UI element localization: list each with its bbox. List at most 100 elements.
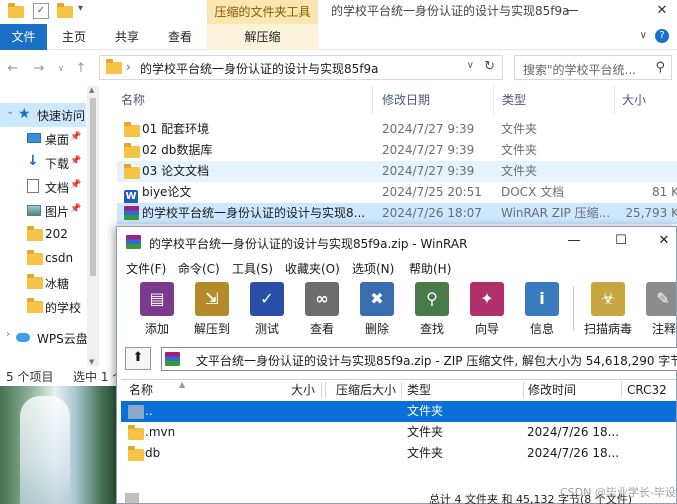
column-divider[interactable] <box>401 382 402 398</box>
archive-entry-name: db <box>145 446 161 460</box>
file-row[interactable]: 的学校平台统一身份认证的设计与实现8... 2024/7/26 18:07 Wi… <box>117 203 677 224</box>
column-divider[interactable] <box>493 86 494 114</box>
comment-button[interactable]: ✎ 注释 <box>638 282 676 338</box>
file-row[interactable]: W biye论文 2024/7/25 20:51 DOCX 文档 81 K <box>117 182 677 204</box>
refresh-icon[interactable]: ↻ <box>484 59 495 74</box>
scrollbar-thumb[interactable] <box>90 98 96 276</box>
search-input[interactable]: 搜索"的学校平台统... ⚲ <box>514 55 672 80</box>
properties-icon[interactable]: ✓ <box>33 3 49 19</box>
nav-item-202[interactable]: 202 <box>0 223 86 247</box>
column-header-size[interactable]: 大小 <box>291 380 315 400</box>
archive-row[interactable]: .. 文件夹 <box>121 401 676 422</box>
column-header-crc32[interactable]: CRC32 <box>627 380 667 400</box>
winrar-pathbar: ⬆ 文平台统一身份认证的设计与实现85f9a.zip - ZIP 压缩文件, 解… <box>117 344 677 374</box>
nav-label: 图片 <box>45 205 70 219</box>
archive-row[interactable]: db 文件夹 2024/7/26 18... <box>121 443 676 464</box>
nav-item-quick-access[interactable]: ⌄ ★ 快速访问 <box>0 103 86 127</box>
info-button[interactable]: i 信息 <box>517 282 567 338</box>
column-header-type[interactable]: 类型 <box>502 86 526 114</box>
nav-item-desktop[interactable]: 桌面 📌 <box>0 127 86 151</box>
column-header-name[interactable]: 名称 <box>121 86 145 114</box>
archive-row[interactable]: .mvn 文件夹 2024/7/26 18... <box>121 422 676 443</box>
view-button[interactable]: ∞ 查看 <box>297 282 347 338</box>
tool-label: 解压到 <box>193 322 230 336</box>
nav-item-pictures[interactable]: 图片 📌 <box>0 199 86 223</box>
virus-scan-button[interactable]: ☣ 扫描病毒 <box>583 282 633 338</box>
column-divider[interactable] <box>621 382 622 398</box>
menu-file[interactable]: 文件(F) <box>126 260 166 277</box>
quick-access-dropdown-icon[interactable]: ▾ <box>78 3 94 19</box>
column-divider[interactable] <box>614 86 615 114</box>
menu-commands[interactable]: 命令(C) <box>178 260 220 277</box>
tab-home[interactable]: 主页 <box>56 24 92 50</box>
expand-ribbon-icon[interactable]: ∨ <box>640 30 647 41</box>
new-folder-icon[interactable] <box>57 3 73 19</box>
delete-button[interactable]: ✖ 删除 <box>352 282 402 338</box>
scroll-up-icon[interactable]: ▲ <box>89 86 94 94</box>
breadcrumb-chevron-icon[interactable]: › <box>126 60 131 74</box>
scroll-down-icon[interactable]: ▼ <box>89 358 94 366</box>
test-button[interactable]: ✓ 测试 <box>242 282 292 338</box>
recent-locations-icon[interactable]: ∨ <box>52 60 70 78</box>
archive-path-field[interactable]: 文平台统一身份认证的设计与实现85f9a.zip - ZIP 压缩文件, 解包大… <box>161 347 677 371</box>
address-field[interactable]: › 的学校平台统一身份认证的设计与实现85f9a ∨ ↻ <box>99 55 503 80</box>
nav-item-wps-cloud[interactable]: › WPS云盘 <box>0 326 88 350</box>
explorer-status-bar: 5 个项目 选中 1 个 <box>0 366 124 386</box>
nav-item-bingtang[interactable]: 冰糖 <box>0 271 86 295</box>
nav-item-school[interactable]: 的学校 <box>0 295 86 319</box>
nav-item-csdn[interactable]: csdn <box>0 247 86 271</box>
menu-favorites[interactable]: 收藏夹(O) <box>285 260 340 277</box>
winrar-archive-icon <box>124 206 139 227</box>
close-button[interactable]: ✕ <box>650 233 677 248</box>
add-button[interactable]: ▤ 添加 <box>132 282 182 338</box>
up-one-level-button[interactable]: ⬆ <box>125 347 151 370</box>
tab-share[interactable]: 共享 <box>109 24 145 50</box>
archive-entry-type: 文件夹 <box>407 425 444 439</box>
nav-scrollbar[interactable]: ▲ ▼ <box>87 86 99 366</box>
minimize-button[interactable]: — <box>557 0 587 24</box>
file-row[interactable]: 02 db数据库 2024/7/27 9:39 文件夹 <box>117 140 677 161</box>
tab-extract[interactable]: 解压缩 <box>207 24 318 50</box>
tab-view[interactable]: 查看 <box>162 24 198 50</box>
sort-indicator-icon: ▲ <box>179 380 186 389</box>
minimize-button[interactable]: — <box>560 233 588 248</box>
document-icon <box>27 179 39 193</box>
column-header-modified[interactable]: 修改时间 <box>528 380 576 400</box>
file-date: 2024/7/26 18:07 <box>382 206 482 220</box>
wizard-button[interactable]: ✦ 向导 <box>462 282 512 338</box>
collapse-chevron-icon[interactable]: ⌄ <box>6 106 14 117</box>
breadcrumb[interactable]: 的学校平台统一身份认证的设计与实现85f9a <box>140 60 378 77</box>
up-button[interactable]: ↑ <box>72 60 90 78</box>
address-dropdown-icon[interactable]: ∨ <box>467 60 474 71</box>
close-button[interactable]: ✕ <box>647 0 677 24</box>
maximize-button[interactable]: ☐ <box>607 233 635 248</box>
find-button[interactable]: ⚲ 查找 <box>407 282 457 338</box>
column-divider[interactable] <box>523 382 524 398</box>
expand-chevron-icon[interactable]: › <box>6 329 10 340</box>
back-button[interactable]: ← <box>4 60 22 78</box>
menu-options[interactable]: 选项(N) <box>352 260 394 277</box>
tool-label: 注释 <box>652 322 676 336</box>
column-header-name[interactable]: 名称 <box>129 380 153 400</box>
comment-icon: ✎ <box>646 282 676 316</box>
column-header-packed[interactable]: 压缩后大小 <box>336 380 396 400</box>
file-name: 02 db数据库 <box>142 143 213 157</box>
help-icon[interactable]: ? <box>655 29 669 43</box>
search-placeholder: 搜索"的学校平台统... <box>523 63 636 77</box>
column-header-date[interactable]: 修改日期 <box>382 86 430 114</box>
column-header-size[interactable]: 大小 <box>622 86 646 114</box>
nav-item-documents[interactable]: 文档 📌 <box>0 175 86 199</box>
tab-file[interactable]: 文件 <box>0 24 47 50</box>
file-row[interactable]: 01 配套环境 2024/7/27 9:39 文件夹 <box>117 119 677 140</box>
nav-item-downloads[interactable]: ↓ 下载 📌 <box>0 151 86 175</box>
column-divider[interactable] <box>321 382 322 398</box>
extract-to-button[interactable]: ⇲ 解压到 <box>187 282 237 338</box>
column-divider[interactable] <box>372 86 373 114</box>
forward-button[interactable]: → <box>30 60 48 78</box>
column-divider[interactable] <box>325 382 326 398</box>
file-date: 2024/7/25 20:51 <box>382 185 482 199</box>
menu-tools[interactable]: 工具(S) <box>232 260 273 277</box>
file-row[interactable]: 03 论文文档 2024/7/27 9:39 文件夹 <box>117 161 677 182</box>
menu-help[interactable]: 帮助(H) <box>409 260 451 277</box>
column-header-type[interactable]: 类型 <box>407 380 431 400</box>
